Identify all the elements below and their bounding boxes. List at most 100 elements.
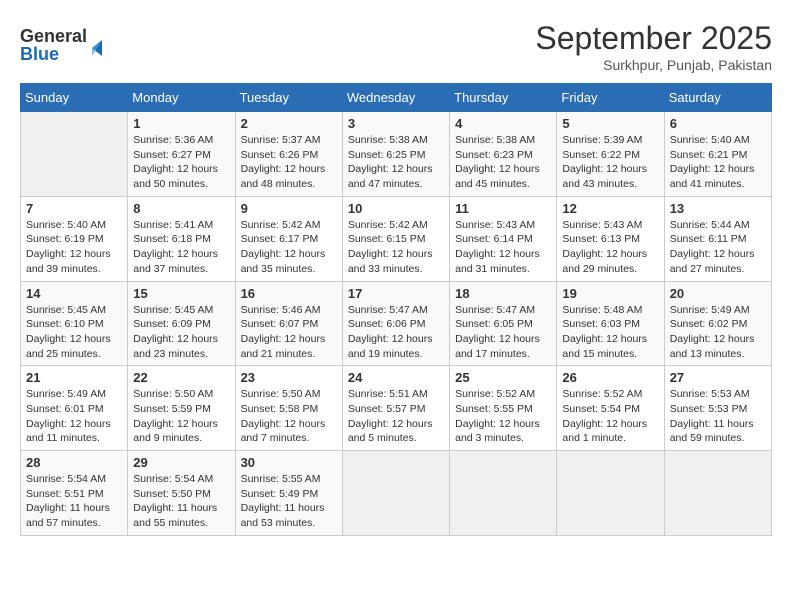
day-number: 24 <box>348 370 444 385</box>
calendar-cell: 18 Sunrise: 5:47 AM Sunset: 6:05 PM Dayli… <box>450 281 557 366</box>
logo: General Blue <box>20 20 110 70</box>
day-info: Sunrise: 5:49 AM Sunset: 6:02 PM Dayligh… <box>670 303 766 362</box>
day-number: 18 <box>455 286 551 301</box>
day-info: Sunrise: 5:40 AM Sunset: 6:21 PM Dayligh… <box>670 133 766 192</box>
day-number: 12 <box>562 201 658 216</box>
days-of-week-row: SundayMondayTuesdayWednesdayThursdayFrid… <box>21 84 772 112</box>
day-number: 4 <box>455 116 551 131</box>
calendar-cell: 12 Sunrise: 5:43 AM Sunset: 6:13 PM Dayli… <box>557 196 664 281</box>
calendar-cell: 11Sunrise: 5:43 AM Sunset: 6:14 PM Dayli… <box>450 196 557 281</box>
day-number: 25 <box>455 370 551 385</box>
calendar-cell: 22Sunrise: 5:50 AM Sunset: 5:59 PM Dayli… <box>128 366 235 451</box>
calendar-cell: 27 Sunrise: 5:53 AM Sunset: 5:53 PM Dayli… <box>664 366 771 451</box>
day-info: Sunrise: 5:48 AM Sunset: 6:03 PM Dayligh… <box>562 303 658 362</box>
calendar-header: SundayMondayTuesdayWednesdayThursdayFrid… <box>21 84 772 112</box>
day-of-week-sunday: Sunday <box>21 84 128 112</box>
day-number: 27 <box>670 370 766 385</box>
day-info: Sunrise: 5:47 AM Sunset: 6:06 PM Dayligh… <box>348 303 444 362</box>
day-number: 6 <box>670 116 766 131</box>
day-number: 7 <box>26 201 122 216</box>
week-row-4: 21Sunrise: 5:49 AM Sunset: 6:01 PM Dayli… <box>21 366 772 451</box>
day-number: 10 <box>348 201 444 216</box>
day-of-week-friday: Friday <box>557 84 664 112</box>
svg-text:Blue: Blue <box>20 44 59 64</box>
day-info: Sunrise: 5:44 AM Sunset: 6:11 PM Dayligh… <box>670 218 766 277</box>
day-info: Sunrise: 5:50 AM Sunset: 5:58 PM Dayligh… <box>241 387 337 446</box>
calendar-cell: 20 Sunrise: 5:49 AM Sunset: 6:02 PM Dayli… <box>664 281 771 366</box>
day-number: 16 <box>241 286 337 301</box>
calendar-cell: 6 Sunrise: 5:40 AM Sunset: 6:21 PM Daylig… <box>664 112 771 197</box>
day-number: 9 <box>241 201 337 216</box>
calendar-cell: 23 Sunrise: 5:50 AM Sunset: 5:58 PM Dayli… <box>235 366 342 451</box>
day-number: 22 <box>133 370 229 385</box>
day-number: 1 <box>133 116 229 131</box>
day-of-week-tuesday: Tuesday <box>235 84 342 112</box>
day-info: Sunrise: 5:42 AM Sunset: 6:17 PM Dayligh… <box>241 218 337 277</box>
day-info: Sunrise: 5:43 AM Sunset: 6:13 PM Dayligh… <box>562 218 658 277</box>
day-info: Sunrise: 5:52 AM Sunset: 5:54 PM Dayligh… <box>562 387 658 446</box>
day-number: 29 <box>133 455 229 470</box>
calendar-cell: 5Sunrise: 5:39 AM Sunset: 6:22 PM Daylig… <box>557 112 664 197</box>
calendar-cell: 7 Sunrise: 5:40 AM Sunset: 6:19 PM Daylig… <box>21 196 128 281</box>
calendar-cell: 16 Sunrise: 5:46 AM Sunset: 6:07 PM Dayli… <box>235 281 342 366</box>
day-info: Sunrise: 5:42 AM Sunset: 6:15 PM Dayligh… <box>348 218 444 277</box>
calendar-body: 1 Sunrise: 5:36 AM Sunset: 6:27 PM Daylig… <box>21 112 772 536</box>
day-number: 8 <box>133 201 229 216</box>
calendar-cell: 3Sunrise: 5:38 AM Sunset: 6:25 PM Daylig… <box>342 112 449 197</box>
week-row-5: 28 Sunrise: 5:54 AM Sunset: 5:51 PM Dayli… <box>21 451 772 536</box>
calendar-cell: 21Sunrise: 5:49 AM Sunset: 6:01 PM Dayli… <box>21 366 128 451</box>
day-number: 19 <box>562 286 658 301</box>
day-number: 17 <box>348 286 444 301</box>
day-number: 21 <box>26 370 122 385</box>
week-row-3: 14Sunrise: 5:45 AM Sunset: 6:10 PM Dayli… <box>21 281 772 366</box>
svg-text:General: General <box>20 26 87 46</box>
day-number: 13 <box>670 201 766 216</box>
calendar-table: SundayMondayTuesdayWednesdayThursdayFrid… <box>20 83 772 536</box>
calendar-cell: 8Sunrise: 5:41 AM Sunset: 6:18 PM Daylig… <box>128 196 235 281</box>
day-info: Sunrise: 5:45 AM Sunset: 6:09 PM Dayligh… <box>133 303 229 362</box>
day-info: Sunrise: 5:51 AM Sunset: 5:57 PM Dayligh… <box>348 387 444 446</box>
calendar-cell: 25 Sunrise: 5:52 AM Sunset: 5:55 PM Dayli… <box>450 366 557 451</box>
day-info: Sunrise: 5:47 AM Sunset: 6:05 PM Dayligh… <box>455 303 551 362</box>
calendar-cell: 9 Sunrise: 5:42 AM Sunset: 6:17 PM Daylig… <box>235 196 342 281</box>
day-info: Sunrise: 5:54 AM Sunset: 5:51 PM Dayligh… <box>26 472 122 531</box>
day-number: 5 <box>562 116 658 131</box>
day-info: Sunrise: 5:43 AM Sunset: 6:14 PM Dayligh… <box>455 218 551 277</box>
calendar-cell: 14Sunrise: 5:45 AM Sunset: 6:10 PM Dayli… <box>21 281 128 366</box>
day-number: 23 <box>241 370 337 385</box>
calendar-cell: 26 Sunrise: 5:52 AM Sunset: 5:54 PM Dayli… <box>557 366 664 451</box>
day-of-week-wednesday: Wednesday <box>342 84 449 112</box>
calendar-cell <box>557 451 664 536</box>
day-info: Sunrise: 5:46 AM Sunset: 6:07 PM Dayligh… <box>241 303 337 362</box>
day-number: 3 <box>348 116 444 131</box>
day-info: Sunrise: 5:37 AM Sunset: 6:26 PM Dayligh… <box>241 133 337 192</box>
calendar-cell <box>664 451 771 536</box>
calendar-cell: 30Sunrise: 5:55 AM Sunset: 5:49 PM Dayli… <box>235 451 342 536</box>
week-row-2: 7 Sunrise: 5:40 AM Sunset: 6:19 PM Daylig… <box>21 196 772 281</box>
calendar-cell <box>450 451 557 536</box>
day-number: 28 <box>26 455 122 470</box>
month-title: September 2025 <box>535 20 772 57</box>
calendar-cell: 2 Sunrise: 5:37 AM Sunset: 6:26 PM Daylig… <box>235 112 342 197</box>
title-block: September 2025 Surkhpur, Punjab, Pakista… <box>535 20 772 73</box>
calendar-cell: 15 Sunrise: 5:45 AM Sunset: 6:09 PM Dayli… <box>128 281 235 366</box>
day-info: Sunrise: 5:53 AM Sunset: 5:53 PM Dayligh… <box>670 387 766 446</box>
location: Surkhpur, Punjab, Pakistan <box>535 57 772 73</box>
day-of-week-saturday: Saturday <box>664 84 771 112</box>
day-info: Sunrise: 5:36 AM Sunset: 6:27 PM Dayligh… <box>133 133 229 192</box>
day-number: 30 <box>241 455 337 470</box>
day-info: Sunrise: 5:52 AM Sunset: 5:55 PM Dayligh… <box>455 387 551 446</box>
day-number: 20 <box>670 286 766 301</box>
day-info: Sunrise: 5:38 AM Sunset: 6:23 PM Dayligh… <box>455 133 551 192</box>
calendar-cell: 29Sunrise: 5:54 AM Sunset: 5:50 PM Dayli… <box>128 451 235 536</box>
calendar-cell: 1 Sunrise: 5:36 AM Sunset: 6:27 PM Daylig… <box>128 112 235 197</box>
day-number: 15 <box>133 286 229 301</box>
calendar-cell: 19 Sunrise: 5:48 AM Sunset: 6:03 PM Dayli… <box>557 281 664 366</box>
calendar-cell: 13 Sunrise: 5:44 AM Sunset: 6:11 PM Dayli… <box>664 196 771 281</box>
day-number: 2 <box>241 116 337 131</box>
day-info: Sunrise: 5:40 AM Sunset: 6:19 PM Dayligh… <box>26 218 122 277</box>
day-number: 26 <box>562 370 658 385</box>
week-row-1: 1 Sunrise: 5:36 AM Sunset: 6:27 PM Daylig… <box>21 112 772 197</box>
day-of-week-monday: Monday <box>128 84 235 112</box>
calendar-cell: 17 Sunrise: 5:47 AM Sunset: 6:06 PM Dayli… <box>342 281 449 366</box>
